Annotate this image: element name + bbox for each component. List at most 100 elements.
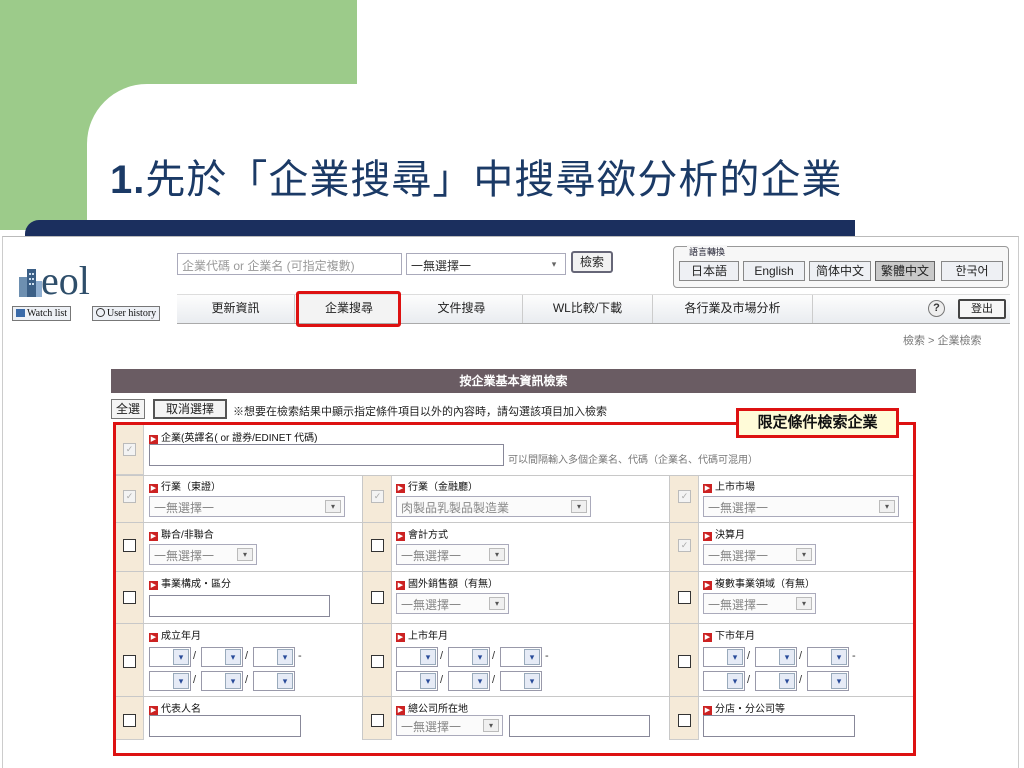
listed-from-month-select[interactable]: ▾: [448, 647, 490, 667]
industry-fsa-select[interactable]: 肉製品乳製品製造業 ▾: [396, 496, 591, 517]
listed-date-checkbox[interactable]: [371, 655, 384, 668]
logout-button[interactable]: 登出: [958, 299, 1006, 319]
consolidated-checkbox[interactable]: [123, 539, 136, 552]
delisted-from-year-select[interactable]: ▾: [703, 647, 745, 667]
fiscal-month-select[interactable]: 一無選擇一 ▾: [703, 544, 816, 565]
hq-location-select[interactable]: 一無選擇一 ▾: [396, 715, 503, 736]
founded-to-month-select[interactable]: ▾: [201, 671, 243, 691]
deselect-button[interactable]: 取消選擇: [153, 399, 227, 419]
industry-fsa-checkbox[interactable]: ✓: [371, 490, 384, 503]
branch-input[interactable]: [703, 715, 855, 737]
hq-location-checkbox[interactable]: [371, 714, 384, 727]
filter-callout-label: 限定條件檢索企業: [736, 408, 899, 438]
overseas-sales-label: ▶ 國外銷售額（有無）: [396, 579, 498, 590]
row-divider: [116, 696, 913, 697]
eol-logo-text: eol: [41, 258, 90, 303]
row-divider: [116, 475, 913, 476]
founded-from-day-select[interactable]: ▾: [253, 647, 295, 667]
industry-tse-label: ▶ 行業（東證）: [149, 482, 221, 493]
nav-wl-compare-download[interactable]: WL比較/下載: [523, 295, 653, 323]
fiscal-month-label: ▶ 決算月: [703, 530, 745, 541]
nav-industry-market-analysis[interactable]: 各行業及市場分析: [653, 295, 813, 323]
listed-to-month-select[interactable]: ▾: [448, 671, 490, 691]
multi-segment-checkbox[interactable]: [678, 591, 691, 604]
delisted-from-month-select[interactable]: ▾: [755, 647, 797, 667]
chevron-down-icon: ▾: [173, 673, 189, 689]
listed-market-checkbox[interactable]: ✓: [678, 490, 691, 503]
date-separator: /: [747, 674, 751, 686]
chevron-down-icon: ▾: [277, 649, 293, 665]
chevron-down-icon: ▾: [727, 673, 743, 689]
founded-from-year-select[interactable]: ▾: [149, 647, 191, 667]
company-name-input[interactable]: [149, 444, 504, 466]
lang-japanese-button[interactable]: 日本語: [679, 261, 739, 281]
chevron-down-icon: ▾: [420, 673, 436, 689]
watch-list-tab[interactable]: Watch list: [12, 306, 72, 321]
founded-to-day-select[interactable]: ▾: [253, 671, 295, 691]
watch-list-icon: [16, 309, 25, 317]
checkbox-cell: [116, 475, 144, 740]
founded-from-month-select[interactable]: ▾: [201, 647, 243, 667]
overseas-sales-select[interactable]: 一無選擇一 ▾: [396, 593, 509, 614]
founded-to-year-select[interactable]: ▾: [149, 671, 191, 691]
date-separator: /: [440, 650, 444, 662]
search-button[interactable]: 檢索: [571, 251, 613, 273]
user-history-tab[interactable]: User history: [92, 306, 161, 321]
consolidated-select[interactable]: 一無選擇一 ▾: [149, 544, 257, 565]
listed-to-day-select[interactable]: ▾: [500, 671, 542, 691]
chevron-down-icon: ▾: [551, 259, 557, 269]
accounting-checkbox[interactable]: [371, 539, 384, 552]
listed-from-year-select[interactable]: ▾: [396, 647, 438, 667]
date-separator: /: [492, 674, 496, 686]
app-screenshot: eol Watch list User history 企業代碼 or 企業名 …: [2, 236, 1019, 768]
date-separator: /: [799, 674, 803, 686]
delisted-to-year-select[interactable]: ▾: [703, 671, 745, 691]
industry-tse-checkbox[interactable]: ✓: [123, 490, 136, 503]
founded-label: ▶ 成立年月: [149, 631, 201, 642]
nav-updates[interactable]: 更新資訊: [177, 295, 295, 323]
date-separator: /: [799, 650, 803, 662]
representative-checkbox[interactable]: [123, 714, 136, 727]
listed-from-day-select[interactable]: ▾: [500, 647, 542, 667]
search-category-select[interactable]: 一無選擇一 ▾: [406, 253, 566, 275]
branch-checkbox[interactable]: [678, 714, 691, 727]
lang-traditional-chinese-button[interactable]: 繁體中文: [875, 261, 935, 281]
history-icon: [96, 308, 105, 317]
fiscal-month-checkbox[interactable]: ✓: [678, 539, 691, 552]
multi-segment-select[interactable]: 一無選擇一 ▾: [703, 593, 816, 614]
column-divider: [362, 475, 363, 740]
company-checkbox[interactable]: ✓: [123, 443, 136, 456]
delisted-to-month-select[interactable]: ▾: [755, 671, 797, 691]
industry-fsa-label: ▶ 行業（金融廳）: [396, 482, 478, 493]
date-separator: /: [245, 674, 249, 686]
lang-korean-button[interactable]: 한국어: [941, 261, 1003, 281]
industry-tse-select[interactable]: 一無選擇一 ▾: [149, 496, 345, 517]
nav-document-search[interactable]: 文件搜尋: [401, 295, 523, 323]
lang-english-button[interactable]: English: [743, 261, 805, 281]
founded-checkbox[interactable]: [123, 655, 136, 668]
delisted-to-day-select[interactable]: ▾: [807, 671, 849, 691]
company-search-input[interactable]: 企業代碼 or 企業名 (可指定複數): [177, 253, 402, 275]
segment-checkbox[interactable]: [123, 591, 136, 604]
column-divider: [669, 475, 670, 740]
delisted-from-day-select[interactable]: ▾: [807, 647, 849, 667]
checkbox-cell: [669, 475, 699, 740]
lang-simplified-chinese-button[interactable]: 简体中文: [809, 261, 871, 281]
branch-label: ▶ 分店・分公司等: [703, 704, 785, 715]
select-all-button[interactable]: 全選: [111, 399, 145, 419]
chevron-down-icon: ▾: [524, 649, 540, 665]
listed-market-select[interactable]: 一無選擇一 ▾: [703, 496, 899, 517]
overseas-sales-checkbox[interactable]: [371, 591, 384, 604]
delisted-date-checkbox[interactable]: [678, 655, 691, 668]
listed-to-year-select[interactable]: ▾: [396, 671, 438, 691]
range-dash: -: [852, 650, 856, 662]
help-icon[interactable]: ?: [928, 300, 945, 317]
chevron-down-icon: ▾: [796, 597, 812, 610]
chevron-down-icon: ▾: [325, 500, 341, 513]
accounting-select[interactable]: 一無選擇一 ▾: [396, 544, 509, 565]
range-dash: -: [298, 650, 302, 662]
segment-input[interactable]: [149, 595, 330, 617]
hq-location-input[interactable]: [509, 715, 650, 737]
representative-input[interactable]: [149, 715, 301, 737]
slide-title: 1.先於「企業搜尋」中搜尋欲分析的企業: [110, 157, 843, 203]
